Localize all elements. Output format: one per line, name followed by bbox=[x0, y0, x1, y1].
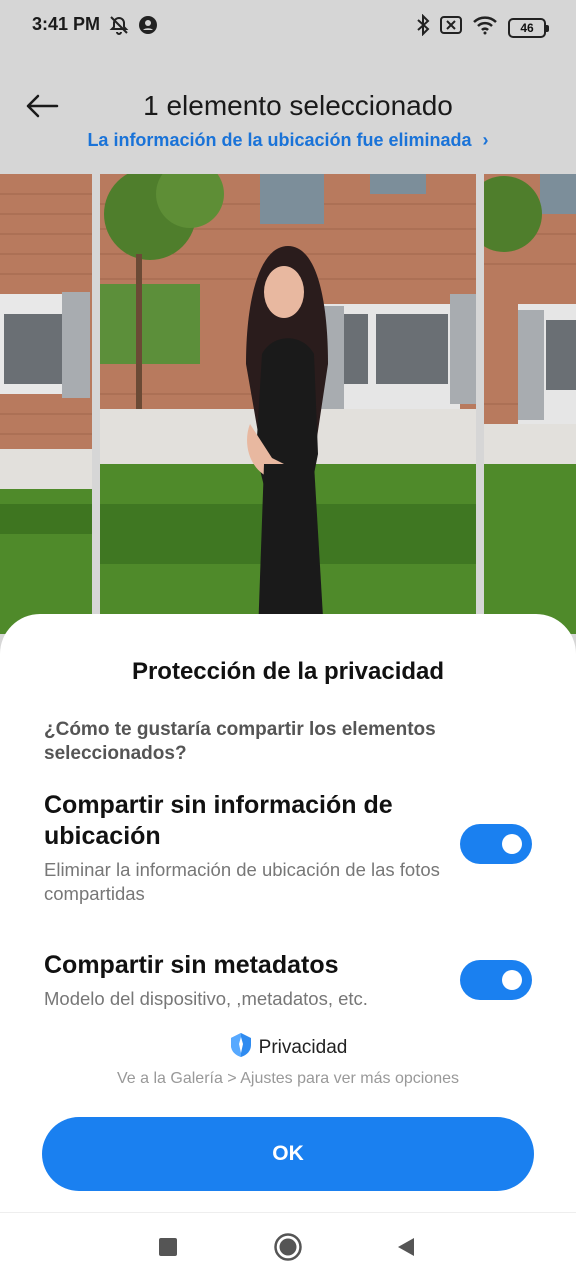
no-sim-icon bbox=[440, 16, 462, 39]
option-title: Compartir sin metadatos bbox=[44, 951, 339, 979]
chevron-right-icon: › bbox=[482, 130, 489, 150]
recents-square-icon bbox=[159, 1238, 177, 1256]
option-description: Modelo del dispositivo, ,metadatos, etc. bbox=[44, 988, 368, 1009]
option-title: Compartir sin información de ubicación bbox=[44, 791, 393, 850]
photo-previous[interactable] bbox=[0, 174, 92, 634]
sheet-title: Protección de la privacidad bbox=[131, 658, 445, 685]
option-remove-location[interactable]: Compartir sin información de ubicación E… bbox=[44, 790, 532, 906]
recents-button[interactable] bbox=[152, 1231, 184, 1263]
bluetooth-icon bbox=[416, 13, 430, 41]
privacy-shield-icon bbox=[229, 1032, 253, 1064]
nav-back-button[interactable] bbox=[390, 1231, 422, 1263]
photo-next[interactable] bbox=[484, 174, 576, 634]
wifi-icon bbox=[472, 15, 498, 40]
header: 1 elemento seleccionado La información d… bbox=[0, 52, 576, 174]
home-circle-icon bbox=[274, 1233, 302, 1261]
status-time: 3:41 PM bbox=[32, 14, 101, 34]
remove-metadata-toggle[interactable] bbox=[460, 960, 532, 1000]
privacy-brand-label: Privacidad bbox=[258, 1037, 348, 1058]
location-removed-link[interactable]: La información de la ubicación fue elimi… bbox=[0, 130, 576, 151]
toggle-knob bbox=[502, 834, 522, 854]
ok-button[interactable]: OK bbox=[42, 1117, 534, 1191]
alarm-off-icon bbox=[108, 14, 130, 41]
remove-location-toggle[interactable] bbox=[460, 824, 532, 864]
back-triangle-icon bbox=[398, 1238, 414, 1256]
status-left-icons bbox=[108, 14, 158, 41]
page-title: 1 elemento seleccionado bbox=[143, 90, 453, 121]
privacy-brand: Privacidad bbox=[0, 1032, 576, 1064]
toggle-knob bbox=[502, 970, 522, 990]
status-bar: 3:41 PM 46 bbox=[0, 0, 576, 52]
photo-selected[interactable] bbox=[100, 174, 476, 634]
sheet-question: ¿Cómo te gustaría compartir los elemento… bbox=[44, 719, 436, 764]
settings-hint: Ve a la Galería > Ajustes para ver más o… bbox=[117, 1070, 459, 1087]
option-remove-metadata[interactable]: Compartir sin metadatos Modelo del dispo… bbox=[44, 950, 532, 1011]
status-right-icons: 46 bbox=[416, 13, 549, 41]
photo-carousel[interactable] bbox=[0, 174, 576, 634]
account-icon bbox=[138, 15, 158, 40]
home-button[interactable] bbox=[272, 1231, 304, 1263]
navigation-bar bbox=[0, 1212, 576, 1280]
privacy-sheet: Protección de la privacidad ¿Cómo te gus… bbox=[0, 614, 576, 1212]
battery-icon: 46 bbox=[508, 17, 549, 38]
location-removed-text: La información de la ubicación fue elimi… bbox=[87, 130, 472, 150]
option-description: Eliminar la información de ubicación de … bbox=[44, 859, 440, 904]
